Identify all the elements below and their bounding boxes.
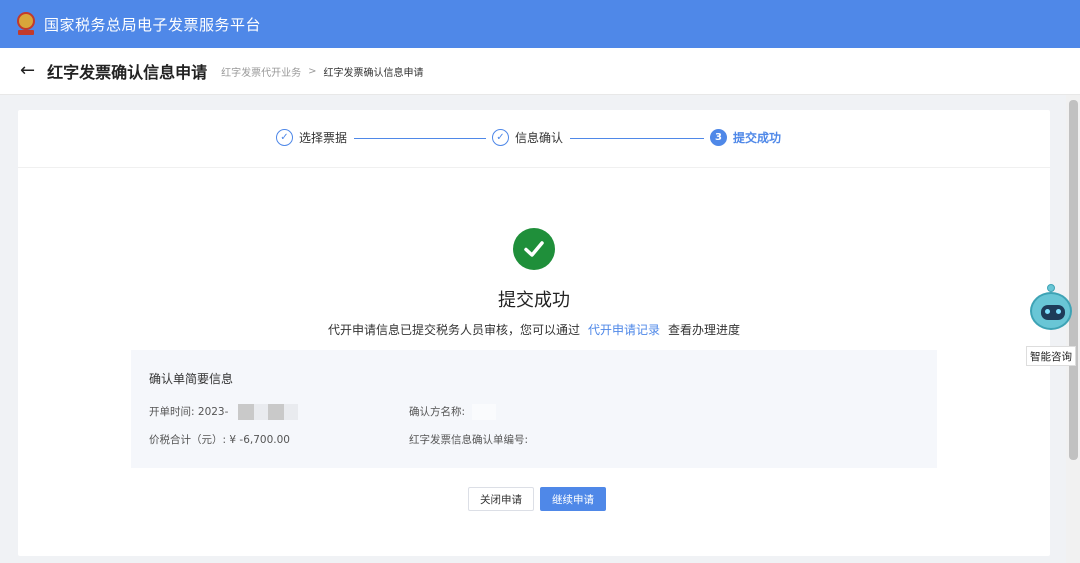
top-bar: 国家税务总局电子发票服务平台 (0, 0, 1080, 48)
success-message: 代开申请信息已提交税务人员审核，您可以通过 代开申请记录 查看办理进度 (18, 321, 1050, 338)
page-header: ← 红字发票确认信息申请 红字发票代开业务 > 红字发票确认信息申请 (0, 48, 1080, 95)
message-text: 查看办理进度 (668, 323, 741, 337)
redacted-block (237, 404, 254, 420)
robot-antenna-icon (1047, 284, 1055, 292)
step-indicator: ✓ 选择票据 ✓ 信息确认 3 提交成功 (18, 110, 1050, 168)
redacted-block (253, 404, 268, 420)
confirm-party-field: 确认方名称: (409, 404, 497, 420)
breadcrumb-current: 红字发票确认信息申请 (323, 67, 424, 79)
total-field: 价税合计（元）: ¥ -6,700.00 (149, 432, 290, 447)
total-value: ¥ -6,700.00 (229, 434, 290, 446)
total-label: 价税合计（元）: (149, 434, 227, 446)
back-arrow-icon[interactable]: ← (20, 62, 35, 80)
check-icon: ✓ (492, 129, 509, 146)
open-time-value: 2023- (197, 406, 229, 418)
check-icon: ✓ (276, 129, 293, 146)
success-title: 提交成功 (498, 290, 570, 311)
breadcrumb-separator: > (308, 65, 317, 77)
breadcrumb-parent[interactable]: 红字发票代开业务 (221, 64, 301, 79)
confirm-number-field: 红字发票信息确认单编号: (409, 432, 528, 447)
application-records-link[interactable]: 代开申请记录 (588, 323, 660, 337)
close-application-button[interactable]: 关闭申请 (468, 487, 534, 511)
step-select-invoice: ✓ 选择票据 (276, 129, 347, 146)
redacted-block (283, 404, 298, 420)
robot-assistant-icon[interactable] (1030, 292, 1072, 330)
app-title: 国家税务总局电子发票服务平台 (44, 15, 262, 34)
step-connector (354, 138, 486, 139)
step-connector (570, 138, 704, 139)
step-confirm-info: ✓ 信息确认 (492, 129, 563, 146)
smart-consult-widget[interactable]: 智能咨询 (1026, 284, 1076, 366)
message-text: 代开申请信息已提交税务人员审核，您可以通过 (327, 323, 580, 337)
step-label: 提交成功 (733, 131, 782, 145)
result-card: ✓ 选择票据 ✓ 信息确认 3 提交成功 提交成功 代开申请信息已提交税务人员审… (18, 110, 1050, 556)
success-check-icon (513, 228, 555, 270)
step-label: 信息确认 (515, 131, 564, 145)
scrollbar-thumb[interactable] (1069, 100, 1078, 460)
confirm-number-label: 红字发票信息确认单编号: (409, 434, 529, 446)
redacted-block (472, 404, 497, 420)
continue-application-button[interactable]: 继续申请 (540, 487, 606, 511)
step-number-icon: 3 (710, 129, 727, 146)
open-time-label: 开单时间: (149, 406, 195, 418)
summary-panel: 确认单简要信息 开单时间: 2023- 确认方名称: 价税合计（元）: ¥ -6… (131, 350, 937, 468)
summary-title: 确认单简要信息 (149, 372, 234, 386)
confirm-party-label: 确认方名称: (409, 406, 466, 418)
smart-consult-label[interactable]: 智能咨询 (1026, 346, 1076, 366)
step-label: 选择票据 (299, 131, 348, 145)
tax-emblem-icon (16, 12, 36, 36)
page-title: 红字发票确认信息申请 (47, 63, 208, 82)
step-submit-success: 3 提交成功 (710, 129, 781, 146)
redacted-block (267, 404, 284, 420)
open-time-field: 开单时间: 2023- (149, 404, 298, 420)
